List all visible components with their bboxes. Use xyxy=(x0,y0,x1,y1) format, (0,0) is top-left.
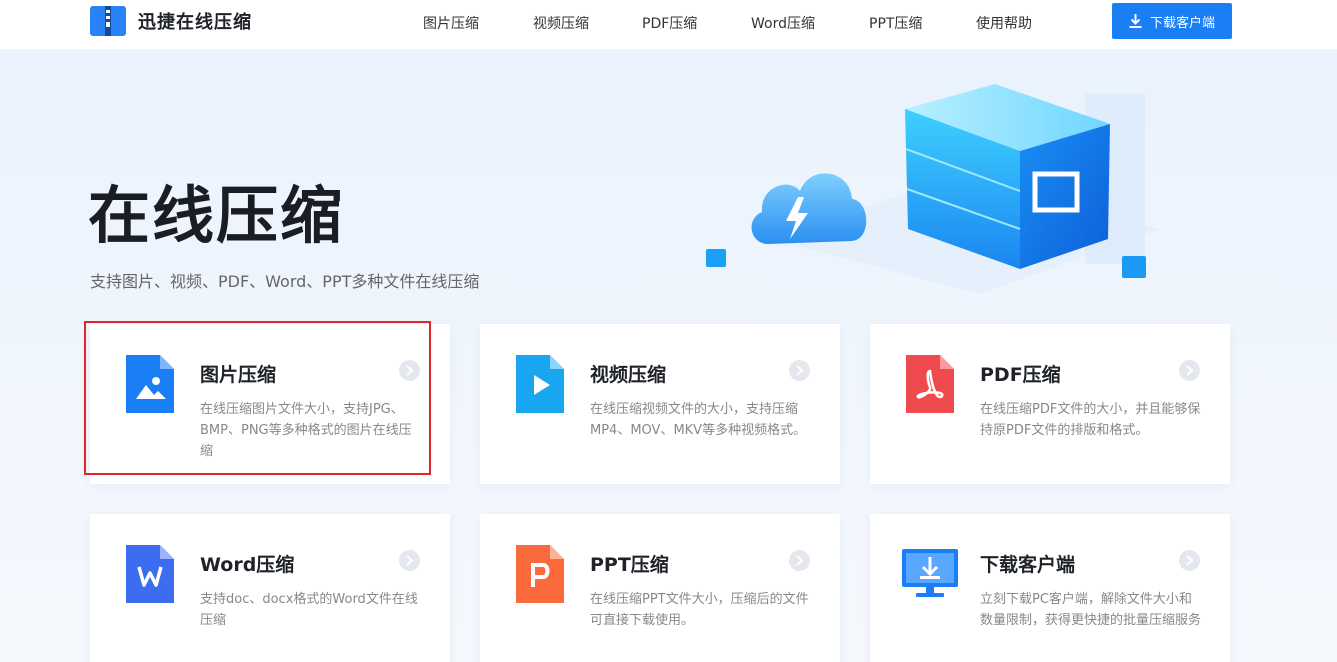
nav-help[interactable]: 使用帮助 xyxy=(976,13,1032,33)
card-description: 支持doc、docx格式的Word文件在线压缩 xyxy=(200,592,418,628)
image-file-icon xyxy=(126,355,174,413)
desktop-download-icon xyxy=(902,545,958,603)
card-title: 下载客户端 xyxy=(980,554,1076,576)
card-title: PPT压缩 xyxy=(590,554,669,576)
nav-pdf-compress[interactable]: PDF压缩 xyxy=(642,13,697,33)
nav-word-compress[interactable]: Word压缩 xyxy=(751,13,815,33)
top-header: 迅捷在线压缩 图片压缩 视频压缩 PDF压缩 Word压缩 PPT压缩 使用帮助… xyxy=(0,0,1337,50)
hero-illustration xyxy=(706,84,1160,294)
card-download-client[interactable]: 下载客户端 立刻下载PC客户端，解除文件大小和数量限制，获得更快捷的批量压缩服务 xyxy=(870,514,1230,662)
nav-ppt-compress[interactable]: PPT压缩 xyxy=(869,13,922,33)
hero-subtitle: 支持图片、视频、PDF、Word、PPT多种文件在线压缩 xyxy=(90,272,480,291)
nav-video-compress[interactable]: 视频压缩 xyxy=(533,13,589,33)
pdf-file-icon xyxy=(906,355,954,413)
chevron-right-icon[interactable] xyxy=(1179,550,1200,571)
card-description: 在线压缩PDF文件的大小，并且能够保持原PDF文件的排版和格式。 xyxy=(980,402,1201,438)
chevron-right-icon[interactable] xyxy=(399,550,420,571)
card-title: 视频压缩 xyxy=(590,364,667,386)
download-icon xyxy=(1129,14,1142,28)
nav-image-compress[interactable]: 图片压缩 xyxy=(423,13,479,33)
card-description: 在线压缩PPT文件大小，压缩后的文件可直接下载使用。 xyxy=(590,592,809,628)
brand-logo[interactable]: 迅捷在线压缩 xyxy=(90,6,252,36)
card-ppt-compress[interactable]: PPT压缩 在线压缩PPT文件大小，压缩后的文件可直接下载使用。 xyxy=(480,514,840,662)
card-image-compress[interactable]: 图片压缩 在线压缩图片文件大小，支持JPG、BMP、PNG等多种格式的图片在线压… xyxy=(90,324,450,484)
brand-name: 迅捷在线压缩 xyxy=(138,12,252,33)
hero-title: 在线压缩 xyxy=(88,179,345,252)
download-client-button[interactable]: 下载客户端 xyxy=(1112,3,1232,39)
card-video-compress[interactable]: 视频压缩 在线压缩视频文件的大小，支持压缩MP4、MOV、MKV等多种视频格式。 xyxy=(480,324,840,484)
download-client-label: 下载客户端 xyxy=(1149,15,1215,31)
chevron-right-icon[interactable] xyxy=(1179,360,1200,381)
chevron-right-icon[interactable] xyxy=(789,550,810,571)
card-title: PDF压缩 xyxy=(980,364,1061,386)
card-description: 在线压缩图片文件大小，支持JPG、BMP、PNG等多种格式的图片在线压缩 xyxy=(200,402,412,459)
card-pdf-compress[interactable]: PDF压缩 在线压缩PDF文件的大小，并且能够保持原PDF文件的排版和格式。 xyxy=(870,324,1230,484)
word-file-icon xyxy=(126,545,174,603)
chevron-right-icon[interactable] xyxy=(789,360,810,381)
chevron-right-icon[interactable] xyxy=(399,360,420,381)
card-word-compress[interactable]: Word压缩 支持doc、docx格式的Word文件在线压缩 xyxy=(90,514,450,662)
video-file-icon xyxy=(516,355,564,413)
card-title: 图片压缩 xyxy=(200,364,277,386)
ppt-file-icon xyxy=(516,545,564,603)
card-title: Word压缩 xyxy=(200,554,295,576)
zip-logo-icon xyxy=(90,6,126,36)
card-description: 在线压缩视频文件的大小，支持压缩MP4、MOV、MKV等多种视频格式。 xyxy=(590,402,807,438)
card-description: 立刻下载PC客户端，解除文件大小和数量限制，获得更快捷的批量压缩服务 xyxy=(980,592,1202,628)
